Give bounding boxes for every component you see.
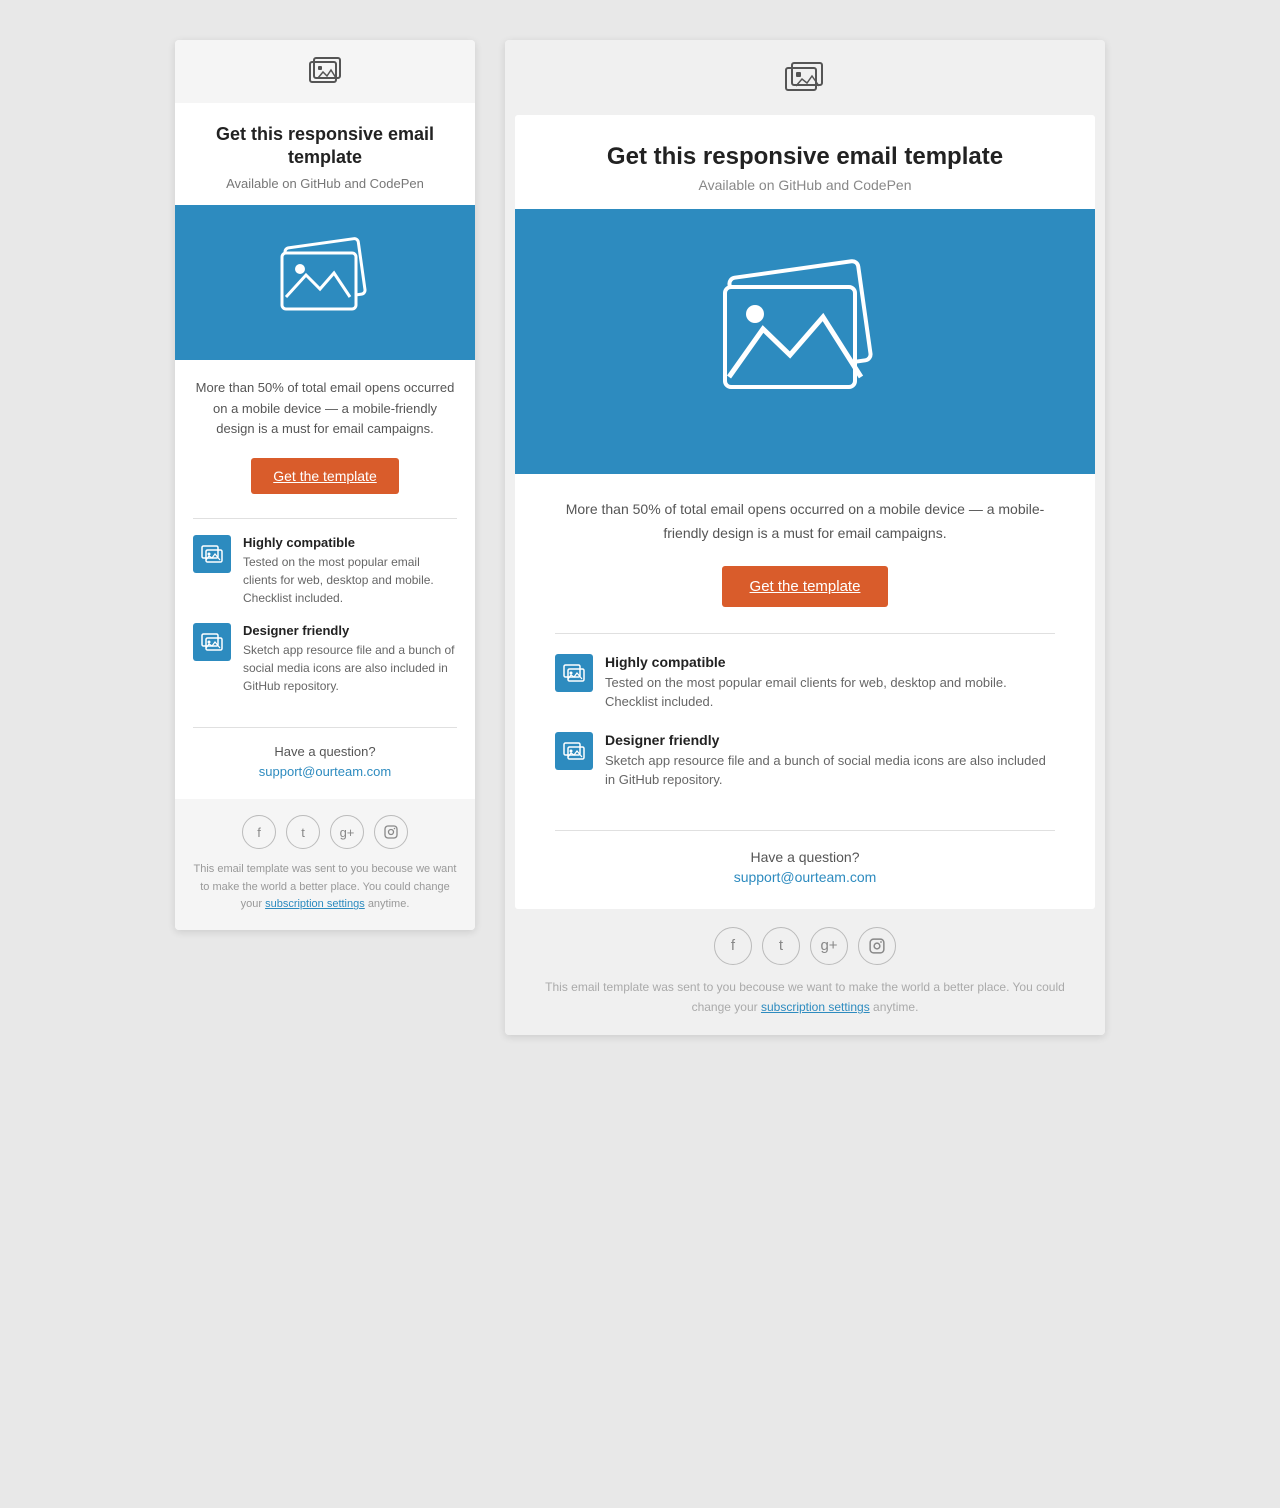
wide-googleplus-icon[interactable]: g+ bbox=[810, 927, 848, 965]
narrow-feature-1-icon bbox=[201, 545, 223, 563]
narrow-support-link[interactable]: support@ourteam.com bbox=[259, 764, 391, 779]
wide-feature-2-icon-box bbox=[555, 732, 593, 770]
wide-body-text: More than 50% of total email opens occur… bbox=[515, 474, 1095, 562]
wide-inner: Get this responsive email template Avail… bbox=[515, 115, 1095, 909]
wide-facebook-icon[interactable]: f bbox=[714, 927, 752, 965]
narrow-twitter-icon[interactable]: t bbox=[286, 815, 320, 849]
narrow-feature-2-icon bbox=[201, 633, 223, 651]
header-gallery-icon bbox=[306, 56, 344, 88]
wide-title: Get this responsive email template bbox=[555, 143, 1055, 171]
wide-subscription-link[interactable]: subscription settings bbox=[761, 1000, 870, 1014]
wide-footer: f t g+ This email template was sent to y… bbox=[505, 909, 1105, 1036]
wide-feature-1-icon bbox=[563, 664, 585, 682]
narrow-title: Get this responsive email template bbox=[195, 123, 455, 170]
wide-email-card: Get this responsive email template Avail… bbox=[505, 40, 1105, 1035]
wide-header bbox=[505, 40, 1105, 115]
wide-divider-2 bbox=[555, 830, 1055, 831]
wide-subtitle: Available on GitHub and CodePen bbox=[555, 177, 1055, 193]
wide-question-section: Have a question? support@ourteam.com bbox=[515, 837, 1095, 909]
narrow-feature-2-icon-box bbox=[193, 623, 231, 661]
narrow-cta-button[interactable]: Get the template bbox=[251, 458, 399, 494]
narrow-title-section: Get this responsive email template Avail… bbox=[175, 103, 475, 191]
narrow-subtitle: Available on GitHub and CodePen bbox=[195, 176, 455, 191]
narrow-feature-1-icon-box bbox=[193, 535, 231, 573]
narrow-subscription-link[interactable]: subscription settings bbox=[265, 898, 365, 910]
narrow-feature-1-text: Highly compatible Tested on the most pop… bbox=[243, 535, 457, 607]
wide-hero bbox=[515, 209, 1095, 474]
narrow-facebook-icon[interactable]: f bbox=[242, 815, 276, 849]
wide-footer-text: This email template was sent to you beco… bbox=[545, 977, 1065, 1018]
narrow-feature-2-text: Designer friendly Sketch app resource fi… bbox=[243, 623, 457, 695]
narrow-divider-1 bbox=[193, 518, 457, 519]
wide-social-icons: f t g+ bbox=[545, 927, 1065, 965]
narrow-divider-2 bbox=[193, 727, 457, 728]
narrow-feature-2: Designer friendly Sketch app resource fi… bbox=[193, 623, 457, 695]
wide-support-link[interactable]: support@ourteam.com bbox=[734, 869, 877, 885]
narrow-hero-icon bbox=[270, 235, 380, 325]
narrow-header bbox=[175, 40, 475, 103]
wide-cta-section: Get the template bbox=[515, 562, 1095, 627]
narrow-social-icons: f t g+ bbox=[193, 815, 457, 849]
wide-feature-2-icon bbox=[563, 742, 585, 760]
wide-features: Highly compatible Tested on the most pop… bbox=[515, 640, 1095, 824]
narrow-features: Highly compatible Tested on the most pop… bbox=[175, 525, 475, 721]
wide-feature-1: Highly compatible Tested on the most pop… bbox=[555, 654, 1055, 712]
narrow-body-text: More than 50% of total email opens occur… bbox=[175, 360, 475, 454]
narrow-footer: f t g+ This email template was sent to y… bbox=[175, 799, 475, 930]
wide-feature-1-text: Highly compatible Tested on the most pop… bbox=[605, 654, 1055, 712]
narrow-cta-section: Get the template bbox=[175, 454, 475, 512]
wide-title-section: Get this responsive email template Avail… bbox=[515, 115, 1095, 193]
wide-divider-1 bbox=[555, 633, 1055, 634]
wide-feature-2: Designer friendly Sketch app resource fi… bbox=[555, 732, 1055, 790]
wide-feature-2-text: Designer friendly Sketch app resource fi… bbox=[605, 732, 1055, 790]
wide-feature-1-icon-box bbox=[555, 654, 593, 692]
narrow-question-section: Have a question? support@ourteam.com bbox=[175, 734, 475, 799]
wide-instagram-icon[interactable] bbox=[858, 927, 896, 965]
wide-header-gallery-icon bbox=[782, 60, 828, 98]
narrow-hero bbox=[175, 205, 475, 360]
wide-hero-icon bbox=[705, 259, 905, 419]
wide-twitter-icon[interactable]: t bbox=[762, 927, 800, 965]
narrow-instagram-icon[interactable] bbox=[374, 815, 408, 849]
narrow-footer-text: This email template was sent to you beco… bbox=[193, 861, 457, 914]
wide-cta-button[interactable]: Get the template bbox=[722, 566, 889, 607]
narrow-question-label: Have a question? bbox=[193, 744, 457, 759]
narrow-email-card: Get this responsive email template Avail… bbox=[175, 40, 475, 930]
narrow-googleplus-icon[interactable]: g+ bbox=[330, 815, 364, 849]
wide-question-label: Have a question? bbox=[555, 849, 1055, 865]
narrow-feature-1: Highly compatible Tested on the most pop… bbox=[193, 535, 457, 607]
